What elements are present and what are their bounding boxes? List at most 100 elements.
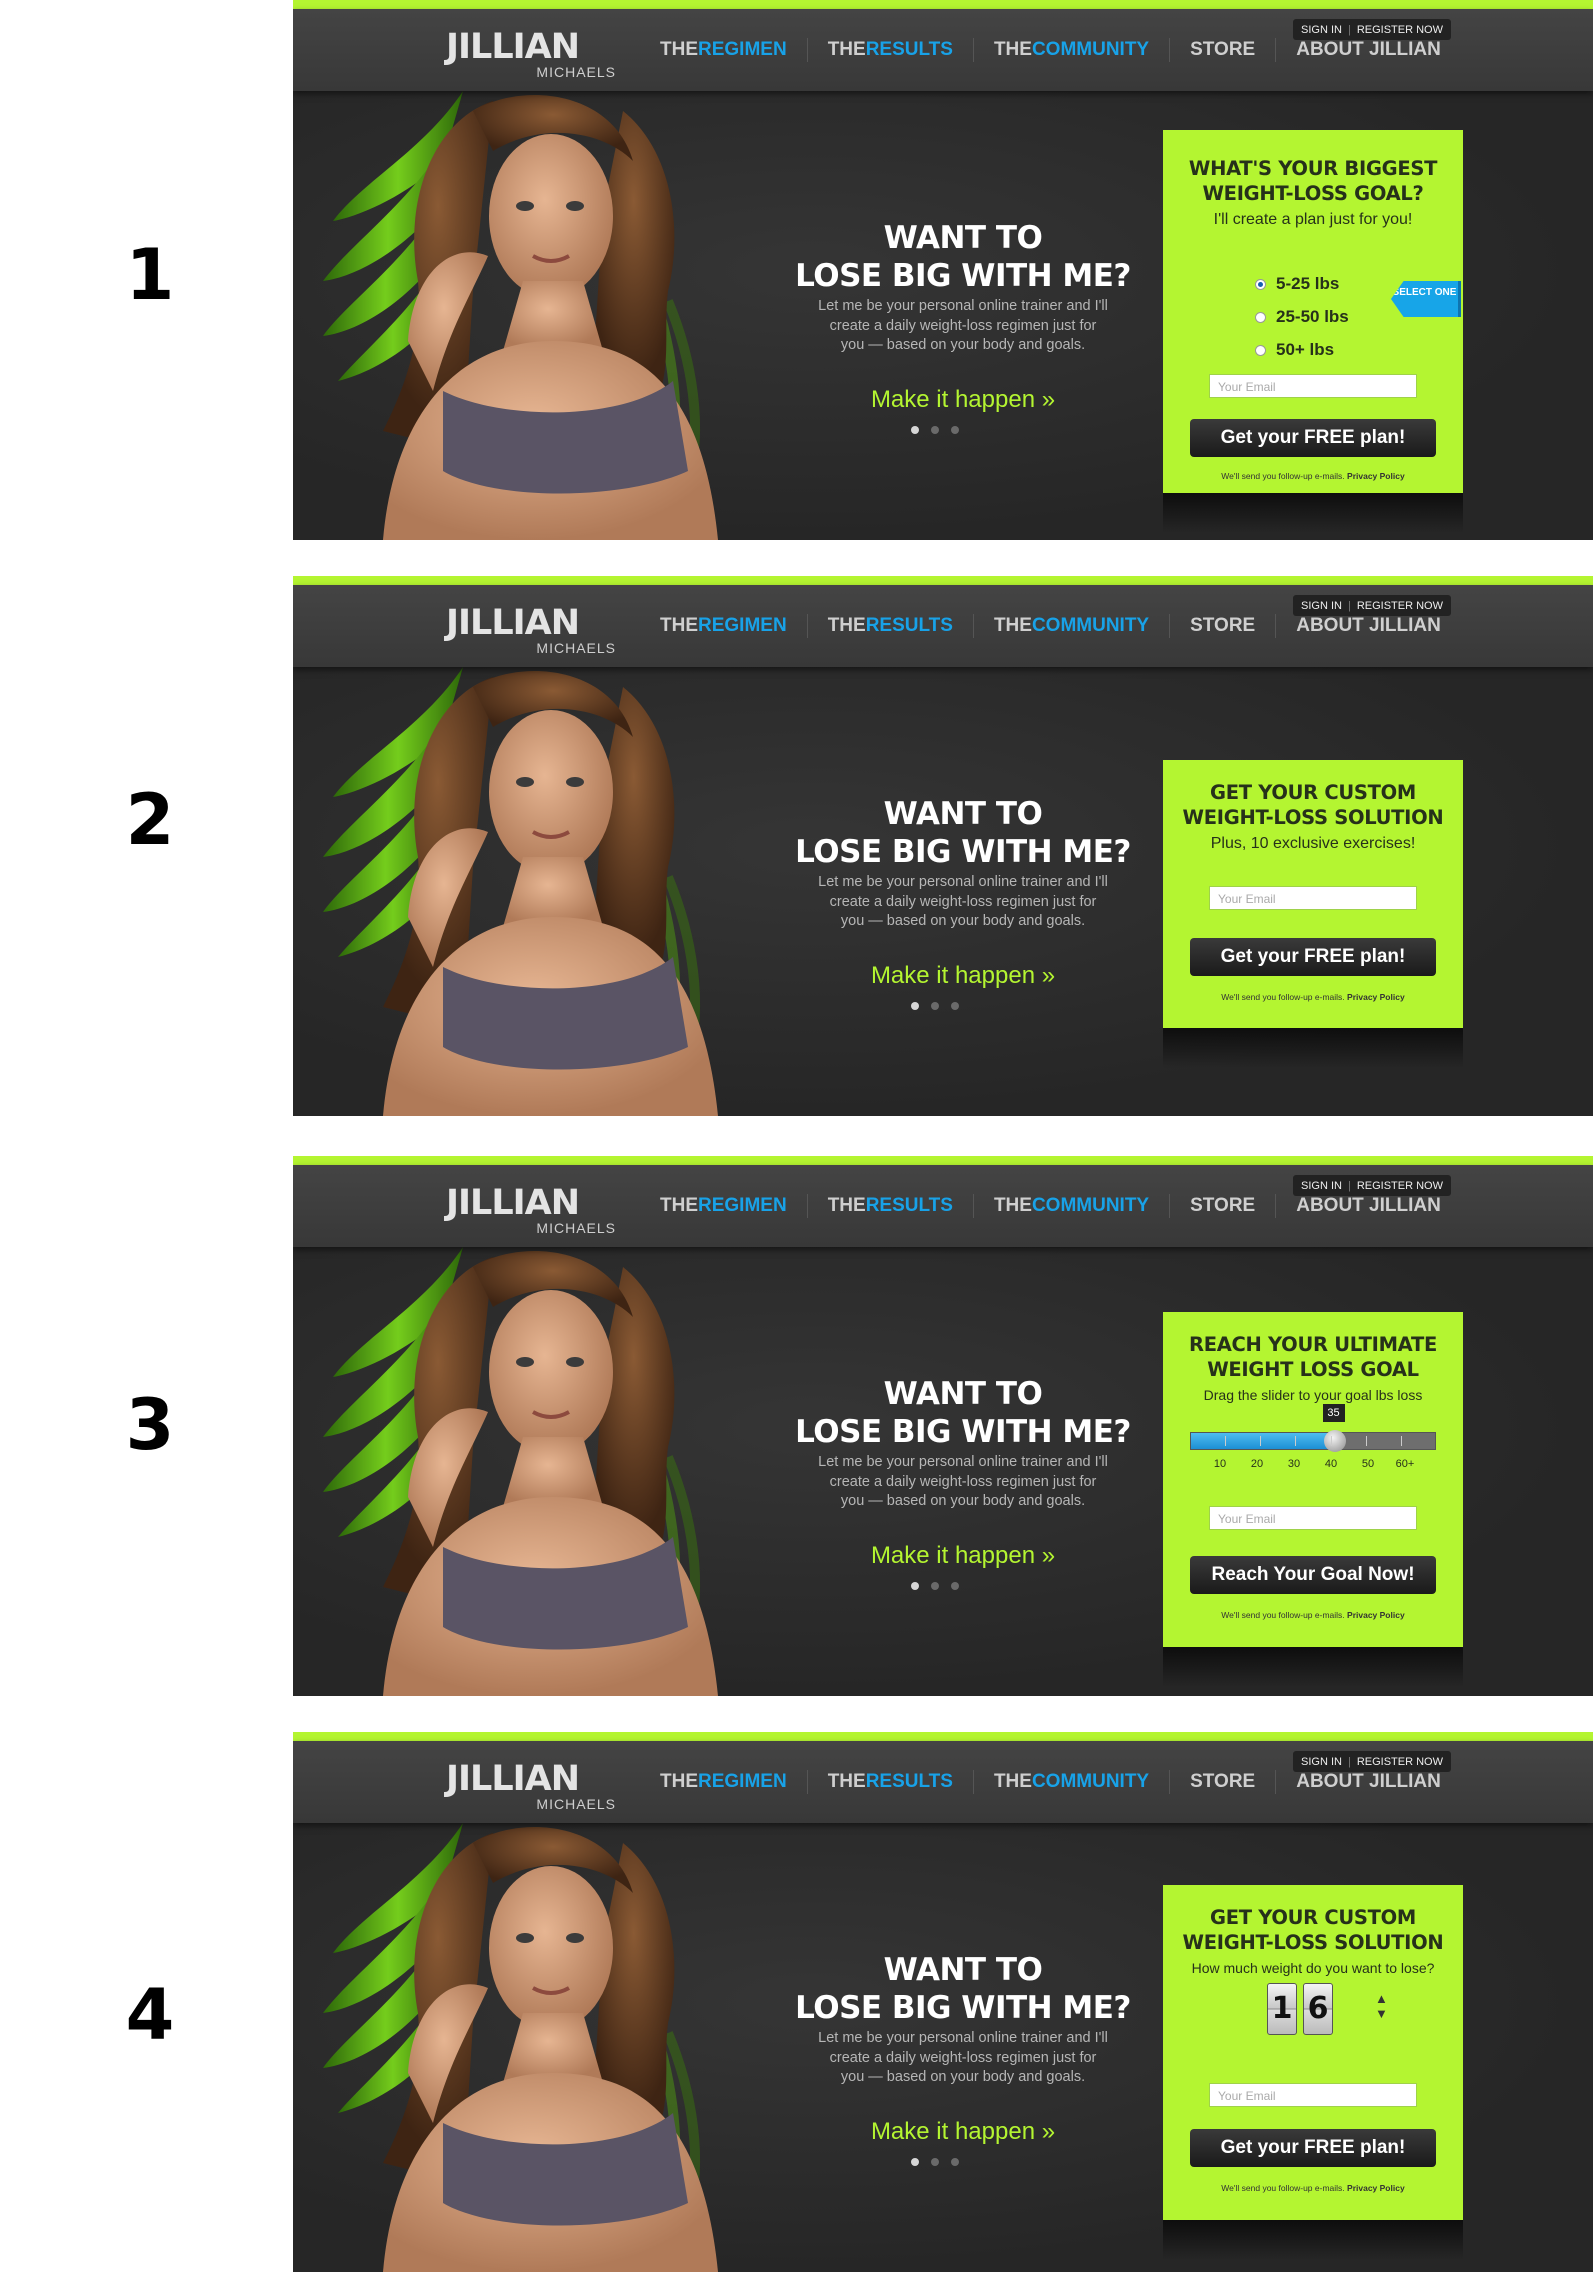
logo[interactable]: JILLIAN MICHAELS	[446, 1185, 616, 1236]
email-field[interactable]: Your Email	[1209, 2083, 1417, 2107]
submit-button[interactable]: Reach Your Goal Now!	[1190, 1556, 1436, 1594]
nav-results[interactable]: THERESULTS	[808, 1770, 974, 1794]
carousel-dot[interactable]	[931, 1582, 939, 1590]
sign-in-link[interactable]: SIGN IN	[1301, 1180, 1342, 1192]
nav-highlight: RESULTS	[865, 1195, 953, 1216]
face	[489, 1290, 613, 1454]
email-field[interactable]: Your Email	[1209, 374, 1417, 398]
nav-store[interactable]: STORE	[1170, 38, 1277, 62]
nav-store[interactable]: STORE	[1170, 1194, 1277, 1218]
register-link[interactable]: REGISTER NOW	[1357, 1180, 1443, 1192]
carousel-dot[interactable]	[911, 426, 919, 434]
description-line: you — based on your body and goals.	[840, 1493, 1086, 1509]
description-line: Let me be your personal online trainer a…	[818, 298, 1108, 314]
carousel-dot[interactable]	[911, 1582, 919, 1590]
register-link[interactable]: REGISTER NOW	[1357, 24, 1443, 36]
logo[interactable]: JILLIAN MICHAELS	[446, 605, 616, 656]
nav-highlight: REGIMEN	[698, 39, 787, 60]
submit-button[interactable]: Get your FREE plan!	[1190, 419, 1436, 457]
submit-button[interactable]: Get your FREE plan!	[1190, 2129, 1436, 2167]
sign-in-link[interactable]: SIGN IN	[1301, 24, 1342, 36]
logo[interactable]: JILLIAN MICHAELS	[446, 1759, 616, 1812]
hero-photo	[323, 667, 718, 1116]
privacy-policy-link[interactable]: Privacy Policy	[1347, 471, 1405, 481]
logo-wordmark: JILLIAN	[446, 1759, 580, 1799]
nav-community[interactable]: THECOMMUNITY	[974, 1770, 1171, 1794]
sign-in-link[interactable]: SIGN IN	[1301, 1756, 1342, 1768]
nav-store[interactable]: STORE	[1170, 614, 1277, 638]
nav-regimen[interactable]: THEREGIMEN	[640, 614, 808, 638]
radio-button[interactable]	[1255, 311, 1266, 323]
email-field[interactable]: Your Email	[1209, 886, 1417, 910]
nav-highlight: COMMUNITY	[1031, 615, 1150, 636]
disclaimer: We'll send you follow-up e-mails. Privac…	[1163, 1610, 1463, 1620]
nav-regimen[interactable]: THEREGIMEN	[640, 1194, 808, 1218]
register-link[interactable]: REGISTER NOW	[1357, 600, 1443, 612]
carousel-dot[interactable]	[931, 1002, 939, 1010]
register-link[interactable]: REGISTER NOW	[1357, 1756, 1443, 1768]
privacy-policy-link[interactable]: Privacy Policy	[1347, 2183, 1405, 2193]
make-it-happen-link[interactable]: Make it happen »	[833, 2118, 1093, 2146]
privacy-policy-link[interactable]: Privacy Policy	[1347, 992, 1405, 1002]
goal-option-2[interactable]: 25-50 lbs	[1255, 307, 1349, 327]
hero-description: Let me be your personal online trainer a…	[778, 297, 1148, 356]
goal-option-1[interactable]: 5-25 lbs	[1255, 274, 1339, 294]
nav-community[interactable]: THECOMMUNITY	[974, 614, 1171, 638]
nav-label: STORE	[1190, 39, 1256, 60]
sign-in-link[interactable]: SIGN IN	[1301, 600, 1342, 612]
logo[interactable]: JILLIAN MICHAELS	[446, 29, 616, 80]
carousel-dot[interactable]	[911, 2158, 919, 2166]
nav-about[interactable]: ABOUT JILLIAN	[1276, 1194, 1461, 1218]
carousel-dot[interactable]	[951, 1582, 959, 1590]
carousel-dot[interactable]	[931, 2158, 939, 2166]
nav-results[interactable]: THERESULTS	[808, 614, 974, 638]
make-it-happen-link[interactable]: Make it happen »	[833, 962, 1093, 990]
nav-community[interactable]: THECOMMUNITY	[974, 38, 1171, 62]
counter-digit[interactable]: 1	[1267, 1983, 1297, 2035]
accent-strip	[293, 1156, 1593, 1165]
carousel-dot[interactable]	[951, 1002, 959, 1010]
carousel-dot[interactable]	[931, 426, 939, 434]
description-line: create a daily weight-loss regimen just …	[829, 893, 1097, 910]
slider-label: 40	[1324, 1458, 1338, 1470]
radio-button[interactable]	[1255, 278, 1266, 290]
headline-line: WANT TO	[883, 1376, 1043, 1412]
submit-button[interactable]: Get your FREE plan!	[1190, 938, 1436, 976]
nav-label: ABOUT JILLIAN	[1296, 39, 1441, 60]
chevron-down-icon[interactable]: ▼	[1375, 2006, 1388, 2021]
make-it-happen-link[interactable]: Make it happen »	[833, 386, 1093, 414]
chevron-up-icon[interactable]: ▲	[1375, 1991, 1388, 2006]
carousel-dot[interactable]	[951, 2158, 959, 2166]
goal-option-3[interactable]: 50+ lbs	[1255, 340, 1334, 360]
nav-about[interactable]: ABOUT JILLIAN	[1276, 38, 1461, 62]
nav-highlight: REGIMEN	[698, 615, 787, 636]
nav-results[interactable]: THERESULTS	[808, 1194, 974, 1218]
make-it-happen-link[interactable]: Make it happen »	[833, 1542, 1093, 1570]
email-field[interactable]: Your Email	[1209, 1506, 1417, 1530]
nav-about[interactable]: ABOUT JILLIAN	[1276, 614, 1461, 638]
card-shadow	[1163, 493, 1463, 533]
carousel-dot[interactable]	[951, 426, 959, 434]
counter-arrows[interactable]: ▲ ▼	[1375, 1991, 1388, 2021]
privacy-policy-link[interactable]: Privacy Policy	[1347, 1610, 1405, 1620]
nav-store[interactable]: STORE	[1170, 1770, 1277, 1794]
nav-results[interactable]: THERESULTS	[808, 38, 974, 62]
radio-button[interactable]	[1255, 344, 1266, 356]
nav-prefix: THE	[660, 615, 698, 636]
nav-regimen[interactable]: THEREGIMEN	[640, 38, 808, 62]
weight-counter[interactable]: 16	[1267, 1983, 1333, 2035]
nav-about[interactable]: ABOUT JILLIAN	[1276, 1770, 1461, 1794]
description-line: Let me be your personal online trainer a…	[818, 2030, 1108, 2046]
nav-community[interactable]: THECOMMUNITY	[974, 1194, 1171, 1218]
nav-regimen[interactable]: THEREGIMEN	[640, 1770, 808, 1794]
carousel-dot[interactable]	[911, 1002, 919, 1010]
nav-prefix: THE	[660, 39, 698, 60]
divider: |	[1347, 599, 1351, 612]
landing-panel: JILLIAN MICHAELS THEREGIMEN THERESULTS T…	[293, 1732, 1593, 2272]
headline-line: LOSE BIG WITH ME?	[795, 1414, 1131, 1450]
disclaimer-text: We'll send you follow-up e-mails.	[1221, 2183, 1345, 2193]
counter-digit[interactable]: 6	[1303, 1983, 1333, 2035]
divider: |	[1347, 1179, 1351, 1192]
hero-photo	[323, 91, 718, 540]
nav-prefix: THE	[993, 615, 1032, 636]
